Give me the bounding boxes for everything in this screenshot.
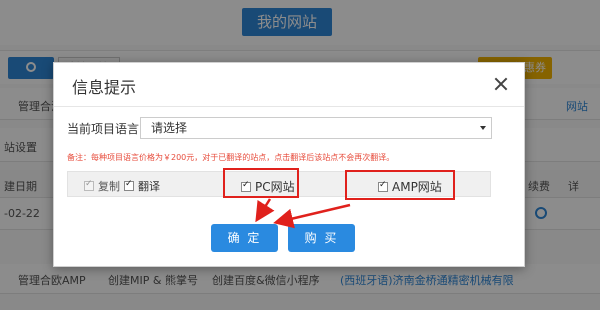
translate-label: 翻译 (138, 180, 160, 193)
language-label: 当前项目语言: (67, 122, 144, 136)
info-dialog: 信息提示 当前项目语言: 请选择 备注：每种项目语言价格为￥200元，对于已翻译… (53, 62, 525, 267)
language-select-value: 请选择 (151, 121, 188, 135)
copy-label: 复制 (98, 180, 120, 193)
close-icon[interactable] (492, 75, 510, 93)
amp-site-highlight (345, 170, 455, 200)
dialog-title: 信息提示 (72, 78, 137, 97)
copy-option[interactable]: 复制 (84, 178, 120, 194)
chevron-down-icon (480, 126, 486, 130)
translate-checkbox[interactable] (124, 179, 134, 191)
translate-option[interactable]: 翻译 (124, 178, 160, 194)
copy-checkbox[interactable] (84, 179, 94, 191)
confirm-button[interactable]: 确 定 (211, 224, 278, 252)
price-note: 备注：每种项目语言价格为￥200元，对于已翻译的站点，点击翻译后该站点不会再次翻… (67, 153, 395, 162)
language-select[interactable]: 请选择 (140, 117, 492, 139)
pc-site-highlight (223, 168, 299, 198)
buy-button[interactable]: 购 买 (288, 224, 355, 252)
dialog-header: 信息提示 (54, 63, 524, 107)
